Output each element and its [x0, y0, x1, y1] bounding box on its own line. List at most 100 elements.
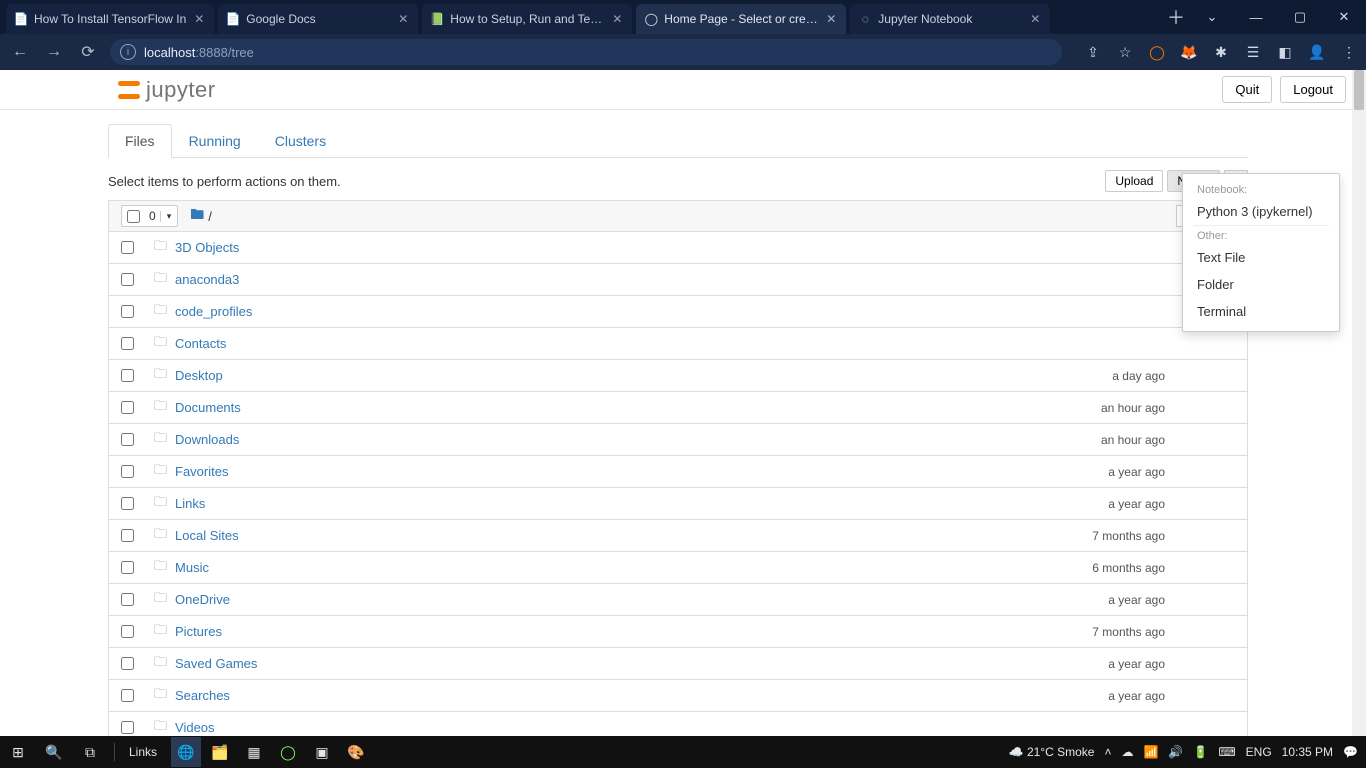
- jupyter-tab-running[interactable]: Running: [172, 124, 258, 157]
- new-menu-folder[interactable]: Folder: [1183, 271, 1339, 298]
- nav-reload[interactable]: ⟳: [76, 40, 100, 64]
- taskbar-app-terminal[interactable]: ▣: [307, 737, 337, 767]
- file-row-checkbox[interactable]: [121, 369, 134, 382]
- file-row-checkbox[interactable]: [121, 593, 134, 606]
- extension-fox-icon[interactable]: 🦊: [1180, 43, 1198, 61]
- browser-tab[interactable]: ◯Home Page - Select or create✕: [636, 4, 846, 34]
- file-row-checkbox[interactable]: [121, 433, 134, 446]
- jupyter-tab-clusters[interactable]: Clusters: [258, 124, 343, 157]
- folder-icon: 🗀: [154, 525, 167, 547]
- tray-notifications-icon[interactable]: 💬: [1343, 745, 1358, 759]
- taskbar-app-explorer[interactable]: 🗂️: [205, 737, 235, 767]
- nav-forward[interactable]: →: [42, 40, 66, 64]
- start-button[interactable]: ⊞: [0, 736, 36, 768]
- search-icon[interactable]: 🔍: [36, 736, 72, 768]
- tray-volume-icon[interactable]: 🔊: [1168, 745, 1183, 759]
- file-name-link[interactable]: 3D Objects: [175, 240, 239, 255]
- tray-wifi-icon[interactable]: 📶: [1143, 745, 1158, 759]
- file-name-link[interactable]: code_profiles: [175, 304, 252, 319]
- folder-icon: 🗀: [154, 333, 167, 355]
- address-bar[interactable]: i localhost:8888/tree: [110, 39, 1062, 65]
- file-row-checkbox[interactable]: [121, 401, 134, 414]
- file-name-link[interactable]: Favorites: [175, 464, 228, 479]
- reading-list-icon[interactable]: ☰: [1244, 43, 1262, 61]
- taskbar-links[interactable]: Links: [121, 745, 165, 759]
- file-name-link[interactable]: OneDrive: [175, 592, 230, 607]
- browser-tab[interactable]: 📄How To Install TensorFlow In✕: [6, 4, 214, 34]
- taskbar-app-generic2[interactable]: ◯: [273, 737, 303, 767]
- window-minimize[interactable]: ―: [1234, 0, 1278, 34]
- select-dropdown-caret[interactable]: ▾: [160, 211, 178, 222]
- file-name-link[interactable]: anaconda3: [175, 272, 239, 287]
- new-menu-text-file[interactable]: Text File: [1183, 244, 1339, 271]
- nav-back[interactable]: ←: [8, 40, 32, 64]
- jupyter-tab-files[interactable]: Files: [108, 124, 172, 158]
- file-row-checkbox[interactable]: [121, 625, 134, 638]
- file-row-checkbox[interactable]: [121, 305, 134, 318]
- tab-close-icon[interactable]: ✕: [1028, 12, 1042, 26]
- file-name-link[interactable]: Videos: [175, 720, 215, 735]
- folder-icon[interactable]: 🖿: [190, 204, 204, 228]
- file-row-checkbox[interactable]: [121, 657, 134, 670]
- taskbar-app-generic1[interactable]: ▦: [239, 737, 269, 767]
- tray-keyboard-icon[interactable]: ⌨: [1218, 745, 1235, 759]
- profile-avatar-icon[interactable]: 👤: [1308, 43, 1326, 61]
- select-all-checkbox[interactable]: [127, 210, 140, 223]
- tray-language[interactable]: ENG: [1246, 745, 1272, 759]
- tab-close-icon[interactable]: ✕: [192, 12, 206, 26]
- tray-onedrive-icon[interactable]: ☁: [1121, 745, 1133, 759]
- new-tab-button[interactable]: ＋: [1162, 0, 1190, 34]
- file-row-checkbox[interactable]: [121, 689, 134, 702]
- logout-button[interactable]: Logout: [1280, 76, 1346, 103]
- task-view-icon[interactable]: ⧉: [72, 736, 108, 768]
- side-panel-icon[interactable]: ◧: [1276, 43, 1294, 61]
- breadcrumb-root[interactable]: /: [208, 209, 212, 224]
- file-row-checkbox[interactable]: [121, 561, 134, 574]
- tab-close-icon[interactable]: ✕: [610, 12, 624, 26]
- tray-clock[interactable]: 10:35 PM: [1282, 745, 1333, 759]
- browser-tab[interactable]: 📄Google Docs✕: [218, 4, 418, 34]
- browser-menu-icon[interactable]: ⋮: [1340, 43, 1358, 61]
- window-close[interactable]: ✕: [1322, 0, 1366, 34]
- file-name-link[interactable]: Documents: [175, 400, 241, 415]
- file-name-link[interactable]: Searches: [175, 688, 230, 703]
- file-name-link[interactable]: Pictures: [175, 624, 222, 639]
- tab-close-icon[interactable]: ✕: [396, 12, 410, 26]
- file-row-checkbox[interactable]: [121, 273, 134, 286]
- file-name-link[interactable]: Contacts: [175, 336, 226, 351]
- scrollbar-thumb[interactable]: [1354, 70, 1364, 110]
- new-menu-python3[interactable]: Python 3 (ipykernel): [1183, 198, 1339, 225]
- file-name-link[interactable]: Downloads: [175, 432, 239, 447]
- tab-close-icon[interactable]: ✕: [824, 12, 838, 26]
- extension-circle-icon[interactable]: ◯: [1148, 43, 1166, 61]
- window-maximize[interactable]: ▢: [1278, 0, 1322, 34]
- browser-tab[interactable]: ◌Jupyter Notebook✕: [850, 4, 1050, 34]
- tray-chevron-up-icon[interactable]: ˄: [1104, 745, 1111, 759]
- tray-battery-icon[interactable]: 🔋: [1193, 745, 1208, 759]
- file-row-checkbox[interactable]: [121, 721, 134, 734]
- file-row-checkbox[interactable]: [121, 337, 134, 350]
- file-name-link[interactable]: Local Sites: [175, 528, 239, 543]
- file-row-checkbox[interactable]: [121, 241, 134, 254]
- file-row-checkbox[interactable]: [121, 497, 134, 510]
- new-menu-terminal[interactable]: Terminal: [1183, 298, 1339, 325]
- chevron-down-icon[interactable]: ⌄: [1190, 0, 1234, 34]
- site-info-icon[interactable]: i: [120, 44, 136, 60]
- quit-button[interactable]: Quit: [1222, 76, 1272, 103]
- file-row-checkbox[interactable]: [121, 465, 134, 478]
- jupyter-logo[interactable]: jupyter: [118, 77, 216, 103]
- file-name-link[interactable]: Saved Games: [175, 656, 257, 671]
- taskbar-app-chrome[interactable]: 🌐: [171, 737, 201, 767]
- file-name-link[interactable]: Links: [175, 496, 205, 511]
- extensions-puzzle-icon[interactable]: ✱: [1212, 43, 1230, 61]
- browser-tab[interactable]: 📗How to Setup, Run and Test J✕: [422, 4, 632, 34]
- file-row-checkbox[interactable]: [121, 529, 134, 542]
- taskbar-app-paint[interactable]: 🎨: [341, 737, 371, 767]
- select-all-control[interactable]: 0 ▾: [121, 205, 178, 227]
- upload-button[interactable]: Upload: [1105, 170, 1163, 192]
- bookmark-star-icon[interactable]: ☆: [1116, 43, 1134, 61]
- file-name-link[interactable]: Music: [175, 560, 209, 575]
- file-name-link[interactable]: Desktop: [175, 368, 223, 383]
- weather-widget[interactable]: ☁️ 21°C Smoke: [1009, 745, 1095, 759]
- share-icon[interactable]: ⇪: [1084, 43, 1102, 61]
